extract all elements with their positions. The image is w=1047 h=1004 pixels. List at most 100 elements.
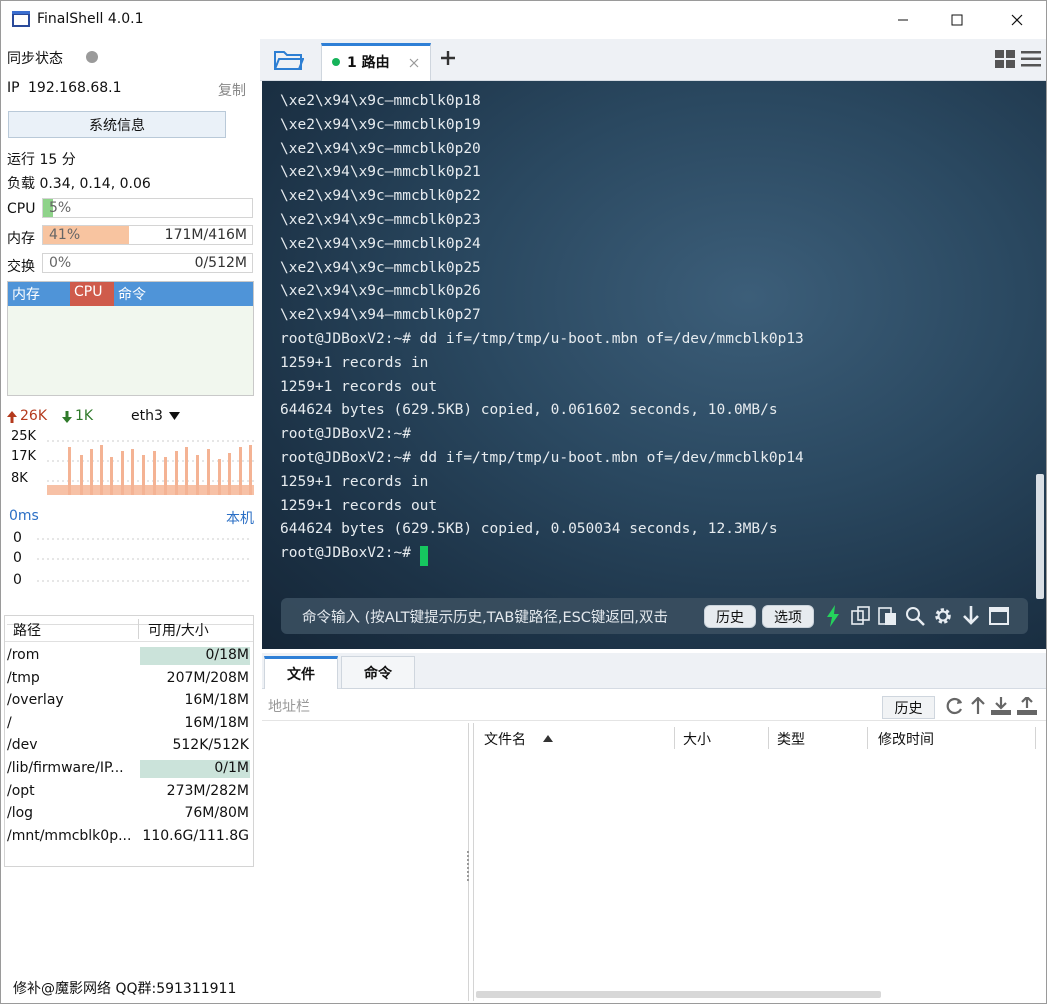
up-directory-icon[interactable] (971, 697, 985, 715)
column-type[interactable]: 类型 (777, 729, 805, 749)
disk-header-path[interactable]: 路径 (13, 620, 41, 640)
splitter-handle[interactable] (467, 851, 471, 881)
process-tab-memory[interactable]: 内存 (12, 284, 40, 304)
ping-latency: 0ms (9, 508, 39, 524)
window-title: FinalShell 4.0.1 (37, 11, 144, 27)
table-row[interactable]: /opt 273M/282M (5, 781, 253, 803)
terminal-line: \xe2\x94\x9c—mmcblk0p19 (280, 116, 481, 133)
tab-close-icon[interactable] (409, 58, 419, 68)
command-input[interactable]: 命令输入 (按ALT键提示历史,TAB键路径,ESC键返回,双击 (302, 606, 668, 627)
disk-usage-table: 路径 可用/大小 /rom 0/18M/tmp 207M/208M/overlay 1… (4, 615, 254, 867)
paste-icon[interactable] (877, 605, 899, 627)
folder-icon[interactable] (274, 49, 304, 71)
process-tab-command[interactable]: 命令 (118, 284, 146, 304)
network-interface-select[interactable]: eth3 (131, 408, 163, 424)
disk-size: 0/18M (205, 647, 249, 663)
ping-value: 0 (13, 550, 22, 566)
terminal-line: 1259+1 records in (280, 354, 429, 371)
options-button[interactable]: 选项 (762, 605, 814, 628)
column-size[interactable]: 大小 (683, 729, 711, 749)
terminal-line: 1259+1 records in (280, 473, 429, 490)
process-tab-cpu[interactable]: CPU (70, 282, 114, 306)
swap-amount: 0/512M (194, 255, 247, 271)
upload-icon[interactable] (1017, 697, 1037, 715)
ping-value: 0 (13, 530, 22, 546)
disk-size: 16M/18M (184, 714, 249, 731)
window-icon[interactable] (988, 605, 1010, 627)
memory-percent: 41% (49, 227, 81, 243)
history-button[interactable]: 历史 (704, 605, 756, 628)
sort-ascending-icon[interactable] (543, 735, 553, 742)
terminal-line: 644624 bytes (629.5KB) copied, 0.061602 … (280, 402, 778, 419)
terminal-line: \xe2\x94\x9c—mmcblk0p26 (280, 283, 481, 300)
process-tabs: 内存 CPU 命令 (8, 282, 253, 306)
cpu-percent: 5% (49, 200, 72, 216)
menu-icon[interactable] (1021, 51, 1041, 67)
swap-percent: 0% (49, 255, 72, 271)
disk-table-header: 路径 可用/大小 (5, 616, 253, 642)
network-stats: 26K 1K eth3 (7, 407, 254, 427)
tab-commands[interactable]: 命令 (341, 656, 415, 689)
disk-path: /log (7, 805, 34, 822)
maximize-button[interactable] (931, 1, 983, 39)
gear-icon[interactable] (932, 605, 954, 627)
ping-graph (37, 538, 252, 582)
disk-header-size[interactable]: 可用/大小 (148, 620, 209, 640)
app-icon (12, 11, 30, 27)
search-icon[interactable] (904, 605, 926, 627)
arrow-down-icon[interactable] (960, 605, 982, 627)
disk-path: /lib/firmware/IP... (7, 760, 124, 776)
disk-size: 207M/208M (166, 669, 249, 686)
lightning-icon[interactable] (822, 605, 844, 627)
file-list-scrollbar[interactable] (476, 991, 881, 998)
table-row[interactable]: / 16M/18M (5, 713, 253, 735)
address-history-button[interactable]: 历史 (882, 696, 935, 719)
minimize-button[interactable] (877, 1, 929, 39)
column-modified[interactable]: 修改时间 (878, 729, 934, 749)
close-button[interactable] (991, 1, 1043, 39)
add-tab-icon[interactable] (441, 51, 455, 65)
grid-layout-icon[interactable] (995, 50, 1015, 68)
system-info-button[interactable]: 系统信息 (8, 111, 226, 138)
terminal-output[interactable]: \xe2\x94\x9c—mmcblk0p18 \xe2\x94\x9c—mmcb… (262, 81, 1046, 649)
disk-size: 273M/282M (166, 782, 249, 799)
terminal-line: \xe2\x94\x94—mmcblk0p27 (280, 307, 481, 324)
disk-path: /mnt/mmcblk0p... (7, 827, 132, 844)
disk-size: 0/1M (214, 760, 249, 776)
directory-tree[interactable] (262, 723, 469, 1001)
copy-icon[interactable] (850, 605, 872, 627)
title-bar: FinalShell 4.0.1 (1, 1, 1046, 39)
table-row[interactable]: /lib/firmware/IP... 0/1M (5, 758, 253, 780)
upload-arrow-icon (7, 411, 17, 423)
table-row[interactable]: /rom 0/18M (5, 645, 253, 667)
terminal-line: \xe2\x94\x9c—mmcblk0p22 (280, 188, 481, 205)
terminal-line: \xe2\x94\x9c—mmcblk0p21 (280, 164, 481, 181)
footer-credit: 修补@魔影网络 QQ群:591311911 (13, 981, 237, 997)
terminal-line: \xe2\x94\x9c—mmcblk0p23 (280, 212, 481, 228)
connected-dot-icon (332, 58, 340, 66)
table-row[interactable]: /mnt/mmcblk0p... 110.6G/111.8G (5, 826, 253, 848)
tab-session-router[interactable]: 1 路由 (321, 43, 431, 81)
table-row[interactable]: /tmp 207M/208M (5, 668, 253, 690)
refresh-icon[interactable] (946, 697, 964, 715)
table-row[interactable]: /overlay 16M/18M (5, 690, 253, 712)
download-icon[interactable] (991, 697, 1011, 715)
ip-label: IP (7, 80, 20, 96)
file-list[interactable]: 文件名 大小 类型 修改时间 (473, 723, 1046, 1001)
ping-host[interactable]: 本机 (226, 508, 254, 528)
copy-ip-button[interactable]: 复制 (218, 80, 246, 100)
system-monitor-panel: 同步状态 IP 192.168.68.1 复制 系统信息 运行 15 分 负载 … (1, 39, 259, 1003)
chevron-down-icon[interactable] (169, 412, 180, 420)
terminal-line: root@JDBoxV2:~# dd if=/tmp/tmp/u-boot.mb… (280, 331, 804, 347)
process-panel: 内存 CPU 命令 (7, 281, 254, 396)
network-traffic-graph (47, 440, 254, 495)
tab-files[interactable]: 文件 (264, 656, 338, 689)
table-row[interactable]: /dev 512K/512K (5, 735, 253, 757)
address-bar-row: 地址栏 历史 (262, 689, 1046, 721)
terminal-scrollbar[interactable] (1036, 474, 1044, 599)
table-row[interactable]: /log 76M/80M (5, 803, 253, 825)
cpu-meter: 5% (42, 198, 253, 218)
column-filename[interactable]: 文件名 (484, 729, 526, 749)
disk-path: /rom (7, 647, 40, 663)
address-input[interactable]: 地址栏 (268, 696, 310, 716)
